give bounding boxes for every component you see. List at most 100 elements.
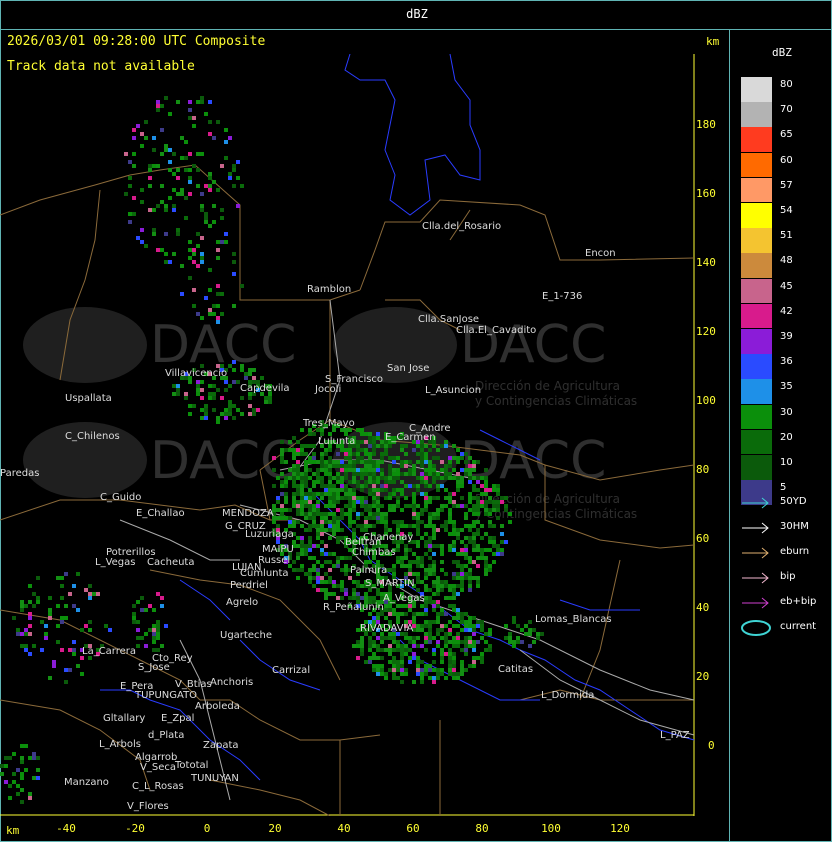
legend-level-label: 48 [780,255,793,267]
svg-text:V_Flores: V_Flores [127,801,169,812]
y-tick: 160 [696,187,716,200]
svg-text:Clla.El_Cavadito: Clla.El_Cavadito [456,325,536,336]
svg-text:Clla.SanJose: Clla.SanJose [418,314,479,325]
x-tick: 120 [610,822,630,835]
svg-text:Tototal: Tototal [174,760,208,771]
legend-swatch [741,177,772,203]
svg-text:TUPUNGATO: TUPUNGATO [134,690,197,701]
legend-title: dBZ [772,46,792,59]
svg-text:Tres_Mayo: Tres_Mayo [302,418,355,429]
y-tick: 180 [696,118,716,131]
legend-track-label: eburn [780,546,810,557]
svg-text:Paredas: Paredas [0,468,39,479]
svg-text:RIVADAVIA: RIVADAVIA [360,623,413,634]
svg-text:E_Carmen: E_Carmen [385,432,436,443]
svg-text:Lomas_Blancas: Lomas_Blancas [535,614,612,625]
legend-track-label: 30HM [780,521,809,532]
svg-text:y Contingencias Climáticas: y Contingencias Climáticas [475,394,637,408]
svg-text:Gltallary: Gltallary [103,713,145,724]
svg-text:TUNUYAN: TUNUYAN [190,773,239,784]
svg-text:Agrelo: Agrelo [226,597,258,608]
legend-level-label: 70 [780,104,793,116]
svg-text:E_Zpal: E_Zpal [161,713,194,724]
svg-text:d_Plata: d_Plata [148,730,184,741]
x-tick: 0 [203,822,211,835]
track-arrow-icon [742,547,769,559]
legend-swatch [741,404,772,430]
legend-track-label: bip [780,571,796,582]
legend-swatch [741,253,772,278]
svg-text:S_Jose: S_Jose [138,662,170,673]
svg-text:Arboleda: Arboleda [195,701,240,712]
x-tick: -20 [125,822,145,835]
legend-level-label: 36 [780,356,793,368]
x-tick: 40 [337,822,351,835]
legend-swatch [741,354,772,379]
svg-text:A_Vegas: A_Vegas [383,593,425,604]
legend-swatch [741,379,772,404]
svg-text:MAIPU: MAIPU [262,544,294,555]
svg-text:L_Dormida: L_Dormida [541,690,594,701]
legend-level-label: 54 [780,205,793,216]
svg-text:L_Vegas: L_Vegas [95,557,135,568]
x-tick: -40 [56,822,76,835]
legend-level-label: 65 [780,129,793,141]
track-arrow-icon [742,572,769,584]
y-tick: 60 [696,532,710,545]
svg-text:DACC: DACC [460,431,606,491]
svg-text:C_L_Rosas: C_L_Rosas [132,781,184,792]
x-tick: 20 [268,822,282,835]
svg-text:L_Arbols: L_Arbols [99,739,141,750]
legend-level-label: 39 [780,331,793,342]
y-tick: 0 [708,739,715,752]
legend-swatch [741,102,772,127]
header-bar: dBZ [0,0,832,30]
legend-level-label: 30 [780,406,793,418]
y-axis-unit: km [706,35,720,48]
legend-swatch [741,429,772,455]
svg-text:Chanenay: Chanenay [363,532,413,543]
svg-text:Cacheuta: Cacheuta [147,557,195,568]
track-arrow-icon [742,522,769,534]
y-tick: 80 [696,463,710,476]
legend-level-label: 57 [780,179,793,191]
svg-text:Ramblon: Ramblon [307,284,351,295]
svg-text:DACC: DACC [150,431,296,491]
svg-text:V_Btias: V_Btias [175,679,212,690]
svg-text:Manzano: Manzano [64,777,109,788]
svg-text:DACC: DACC [460,315,606,375]
svg-text:Clla.del_Rosario: Clla.del_Rosario [422,221,501,232]
y-tick: 40 [696,601,710,614]
legend-level-label: 51 [780,230,793,242]
svg-text:Chimbas: Chimbas [352,547,396,558]
svg-text:San Jose: San Jose [387,363,429,374]
radar-map[interactable]: DACC DACC DACC Dirección de Agricultura … [0,54,695,816]
svg-text:L_Asuncion: L_Asuncion [425,385,481,396]
legend-swatch [741,228,772,253]
svg-text:Capdevila: Capdevila [240,383,290,394]
track-arrow-icon [742,597,769,609]
legend-level-label: 10 [780,457,793,468]
svg-text:V_Seca: V_Seca [140,762,176,773]
svg-text:Uspallata: Uspallata [65,393,112,404]
svg-text:Dirección de Agricultura: Dirección de Agricultura [475,379,620,393]
radar-timestamp: 2026/03/01 09:28:00 UTC Composite [7,34,266,49]
svg-text:E_1-736: E_1-736 [542,291,582,302]
svg-text:Catitas: Catitas [498,664,533,675]
legend-swatch [741,127,772,152]
y-tick: 140 [696,256,716,269]
svg-text:Villavicencio: Villavicencio [165,368,227,379]
svg-text:E_Challao: E_Challao [136,508,185,519]
legend-swatch [741,455,772,480]
svg-text:Encon: Encon [585,248,616,259]
legend-track-label: current [780,621,817,632]
svg-text:Perdriel: Perdriel [230,580,268,591]
x-tick: 60 [406,822,420,835]
svg-text:L_PAZ: L_PAZ [660,730,690,741]
current-ellipse-icon [741,620,771,636]
svg-text:Luzuriaga: Luzuriaga [245,529,294,540]
x-tick: 80 [475,822,489,835]
legend-swatch [741,152,772,178]
svg-text:Lulunta: Lulunta [318,436,355,447]
y-tick: 100 [696,394,716,407]
